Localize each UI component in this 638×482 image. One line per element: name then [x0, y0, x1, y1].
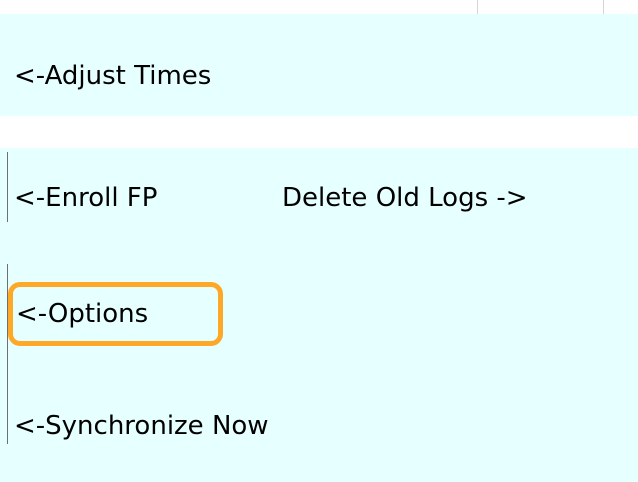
left-divider: [7, 152, 8, 222]
options-button[interactable]: <-Options: [16, 298, 148, 330]
menu-screen: <-Adjust Times <-Enroll FP Delete Old Lo…: [0, 0, 638, 482]
adjust-times-button[interactable]: <-Adjust Times: [14, 60, 211, 92]
enroll-fp-button[interactable]: <-Enroll FP: [14, 182, 157, 214]
delete-old-logs-button[interactable]: Delete Old Logs ->: [282, 182, 528, 214]
top-divider: [603, 0, 604, 14]
separator-band: [0, 116, 638, 148]
top-strip: [0, 0, 638, 14]
left-divider: [7, 264, 8, 444]
top-divider: [477, 0, 478, 14]
synchronize-now-button[interactable]: <-Synchronize Now: [14, 410, 269, 442]
